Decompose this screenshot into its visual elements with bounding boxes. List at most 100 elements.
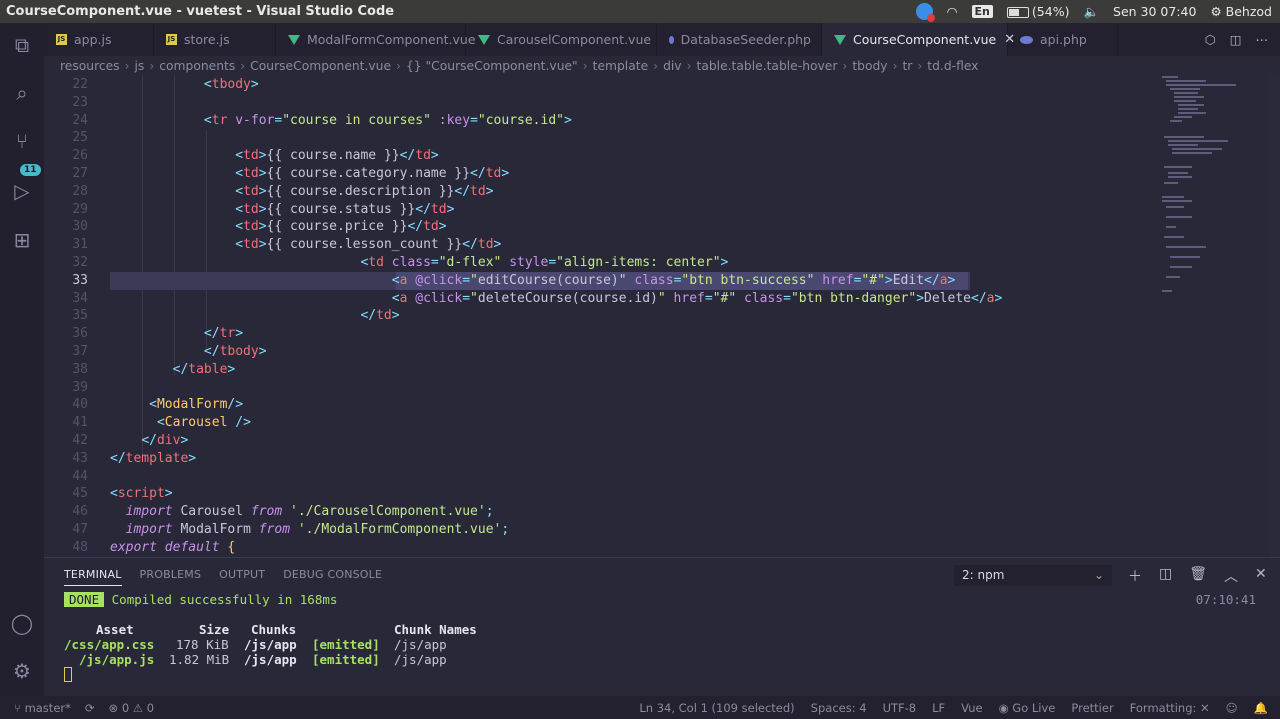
line-number: 34 xyxy=(72,290,88,306)
breadcrumb-item[interactable]: {} "CourseComponent.vue" xyxy=(406,59,578,73)
battery-indicator[interactable]: (54%) xyxy=(1006,4,1069,19)
breadcrumb-item[interactable]: resources xyxy=(60,59,120,73)
line-number: 28 xyxy=(72,183,88,199)
breadcrumb-item[interactable]: td.d-flex xyxy=(927,59,978,73)
extensions-icon[interactable]: ⊞ xyxy=(10,228,34,252)
go-live-button[interactable]: ◉ Go Live xyxy=(999,701,1056,715)
breadcrumb-item[interactable]: tr xyxy=(902,59,912,73)
chevron-right-icon: › xyxy=(653,59,659,73)
maximize-panel-icon[interactable]: ︿ xyxy=(1224,566,1238,586)
line-number: 45 xyxy=(72,486,88,502)
breadcrumb-item[interactable]: js xyxy=(135,59,145,73)
breadcrumb-item[interactable]: components xyxy=(159,59,235,73)
more-actions-icon[interactable]: ⋯ xyxy=(1256,32,1269,47)
notification-icon[interactable] xyxy=(915,3,935,22)
minimap[interactable] xyxy=(1160,76,1270,557)
code-line: </template> xyxy=(110,450,197,466)
source-control-badge: 11 xyxy=(20,164,41,176)
code-line: <td>{{ course.name }}</td> xyxy=(235,148,439,164)
user-menu[interactable]: ⚙ Behzod xyxy=(1210,4,1272,19)
minimap-preview xyxy=(1162,76,1236,292)
formatting-toggle[interactable]: Formatting: ✕ xyxy=(1130,701,1210,715)
tab-api-php[interactable]: api.php xyxy=(1008,23,1118,56)
tab-carousel[interactable]: CarouselComponent.vue xyxy=(466,23,657,56)
volume-icon[interactable]: 🔈 xyxy=(1083,4,1099,20)
encoding[interactable]: UTF-8 xyxy=(883,701,917,715)
explorer-icon[interactable]: ⧉ xyxy=(10,33,34,57)
line-number: 23 xyxy=(72,94,88,110)
battery-icon xyxy=(1006,7,1029,18)
debug-icon[interactable]: ▷ xyxy=(10,179,34,203)
cursor-position[interactable]: Ln 34, Col 1 (109 selected) xyxy=(639,701,794,715)
chevron-right-icon: › xyxy=(396,59,401,73)
table-cell: /js/app xyxy=(244,652,297,667)
line-number: 46 xyxy=(72,504,88,520)
feedback-icon[interactable]: ☺ xyxy=(1226,701,1238,715)
code-line: </tbody> xyxy=(203,344,267,359)
line-number: 42 xyxy=(72,433,88,448)
settings-gear-icon[interactable]: ⚙ xyxy=(10,659,34,683)
tab-problems[interactable]: PROBLEMS xyxy=(140,568,202,586)
new-terminal-icon[interactable]: ＋ xyxy=(1128,566,1142,586)
open-changes-icon[interactable]: ⬡ xyxy=(1205,32,1216,47)
language-mode[interactable]: Vue xyxy=(961,701,982,715)
breadcrumb-item[interactable]: tbody xyxy=(852,59,887,73)
terminal-timestamp: 07:10:41 xyxy=(1195,592,1256,607)
terminal-select[interactable]: 2: npm ⌄ xyxy=(954,565,1112,586)
breadcrumb-item[interactable]: template xyxy=(593,59,649,73)
editor-actions: ⬡ ◫ ⋯ xyxy=(1205,23,1280,56)
js-file-icon: JS xyxy=(56,34,67,45)
panel-tabs: TERMINAL PROBLEMS OUTPUT DEBUG CONSOLE xyxy=(64,568,382,586)
table-header: Size xyxy=(199,622,230,637)
code-line: <td>{{ course.lesson_count }}</td> xyxy=(235,237,502,253)
window-title: CourseComponent.vue - vuetest - Visual S… xyxy=(6,4,395,19)
table-header: Chunk Names xyxy=(394,622,477,637)
tab-debug-console[interactable]: DEBUG CONSOLE xyxy=(283,568,382,586)
panel-actions: ＋ ◫ 🗑 ︿ ✕ xyxy=(1128,566,1267,586)
terminal-line: DONE Compiled successfully in 168ms xyxy=(64,592,337,608)
line-number: 25 xyxy=(72,130,88,146)
split-editor-icon[interactable]: ◫ xyxy=(1230,32,1242,47)
search-icon[interactable]: ⌕ xyxy=(10,81,34,105)
branch-indicator[interactable]: ⑂ master* xyxy=(14,701,71,715)
breadcrumb-item[interactable]: CourseComponent.vue xyxy=(250,59,391,73)
line-number: 41 xyxy=(72,415,88,431)
line-number: 40 xyxy=(72,397,88,413)
account-icon[interactable]: ◯ xyxy=(10,611,34,635)
keyboard-layout[interactable]: En xyxy=(971,5,993,18)
code-editor[interactable]: 22 <tbody> 23 24 <tr v-for="course in co… xyxy=(44,76,1160,557)
tab-terminal[interactable]: TERMINAL xyxy=(64,568,122,586)
trash-icon[interactable]: 🗑 xyxy=(1189,566,1207,586)
wifi-icon[interactable]: ◠ xyxy=(947,4,958,19)
tab-output[interactable]: OUTPUT xyxy=(219,568,265,586)
line-number: 24 xyxy=(72,112,88,128)
indentation[interactable]: Spaces: 4 xyxy=(811,701,867,715)
tab-modal-form[interactable]: ModalFormComponent.vue xyxy=(276,23,476,56)
tab-database-seeder[interactable]: DatabaseSeeder.php xyxy=(657,23,822,56)
clock[interactable]: Sen 30 07:40 xyxy=(1113,4,1196,19)
sync-icon[interactable]: ⟳ xyxy=(85,701,95,715)
notifications-bell-icon[interactable]: 🔔 xyxy=(1254,701,1268,715)
source-control-icon[interactable]: ⑂ xyxy=(10,129,34,153)
chevron-right-icon: › xyxy=(917,59,923,73)
code-line: <Carousel /> xyxy=(156,415,251,431)
split-terminal-icon[interactable]: ◫ xyxy=(1159,566,1172,586)
problems-indicator[interactable]: ⊗ 0 ⚠ 0 xyxy=(109,701,155,715)
breadcrumb-item[interactable]: div xyxy=(663,59,682,73)
broadcast-icon: ◉ xyxy=(998,700,1009,715)
tab-store-js[interactable]: JS store.js xyxy=(154,23,276,56)
close-panel-icon[interactable]: ✕ xyxy=(1255,566,1267,586)
breadcrumb-item[interactable]: table.table.table-hover xyxy=(697,59,838,73)
tab-course-component[interactable]: CourseComponent.vue ✕ xyxy=(822,23,1015,56)
line-number: 48 xyxy=(72,539,88,555)
chevron-right-icon: › xyxy=(124,59,130,73)
code-line: <ModalForm/> xyxy=(149,397,244,413)
editor-scrollbar[interactable] xyxy=(1270,76,1280,557)
chevron-right-icon: › xyxy=(149,59,155,73)
prettier-button[interactable]: Prettier xyxy=(1071,701,1113,715)
error-icon: ⊗ xyxy=(108,700,119,715)
code-line: <tr v-for="course in courses" :key="cour… xyxy=(203,112,572,128)
line-ending[interactable]: LF xyxy=(932,701,945,715)
vue-file-icon xyxy=(834,34,846,45)
tab-app-js[interactable]: JS app.js xyxy=(44,23,154,56)
